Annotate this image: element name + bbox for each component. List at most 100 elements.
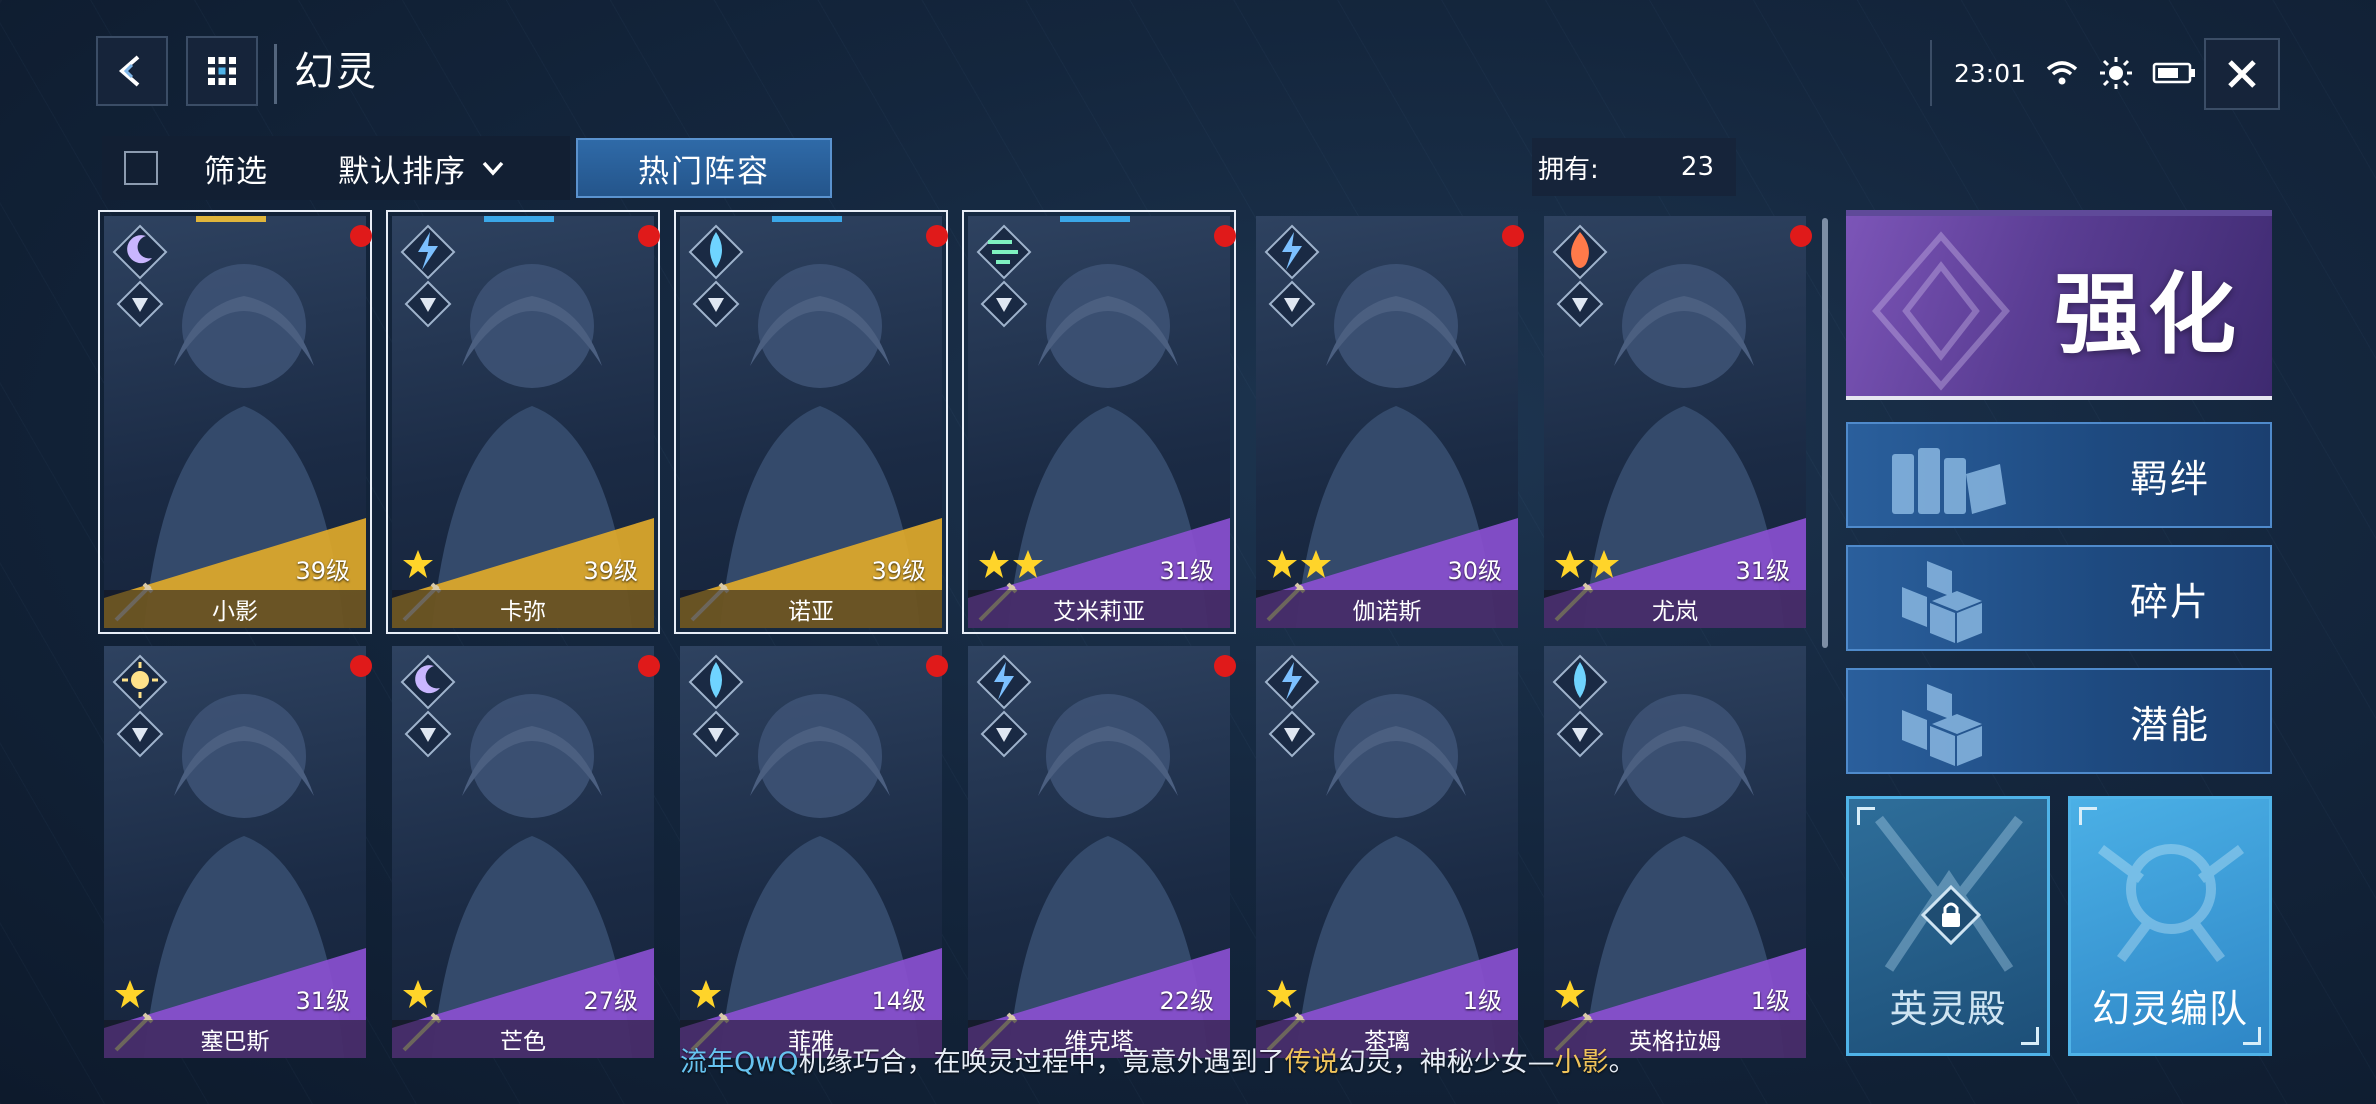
card-name: 伽诺斯: [1352, 599, 1422, 625]
card-level: 14级: [871, 987, 926, 1015]
lightning-element-icon: [976, 654, 1032, 758]
spirit-team-button[interactable]: 幻灵编队: [2068, 796, 2272, 1056]
marquee-end: 。: [1608, 1047, 1636, 1078]
spirit-card[interactable]: 22级 维克塔: [968, 646, 1230, 1058]
grid-icon: [208, 57, 236, 85]
back-arrow-icon: [118, 55, 140, 87]
card-name: 尤岚: [1652, 599, 1698, 625]
spirit-card[interactable]: 39级诺亚: [674, 210, 948, 634]
close-button[interactable]: [2204, 38, 2280, 110]
sort-label: 默认排序: [338, 153, 466, 190]
team-emblem-icon: [2098, 844, 2244, 962]
water-element-icon: [688, 224, 744, 328]
new-badge-dot: [1214, 225, 1236, 247]
filter-toggle[interactable]: 筛选: [102, 136, 320, 200]
card-name-bar: 伽诺斯: [1256, 590, 1518, 628]
hero-hall-label: 英灵殿: [1889, 987, 2007, 1031]
active-team-marker: [196, 216, 266, 222]
new-badge-dot: [638, 225, 660, 247]
spirit-card[interactable]: 39级小影: [98, 210, 372, 634]
fragment-button[interactable]: 碎片: [1846, 545, 2272, 651]
potential-button[interactable]: 潜能: [1846, 668, 2272, 774]
card-name: 芒色: [500, 1029, 546, 1055]
light-element-icon: [112, 654, 168, 758]
spirit-card[interactable]: 31级 塞巴斯: [104, 646, 366, 1058]
owned-count-box: 拥有: 23: [1532, 138, 1736, 196]
chevron-down-icon: [482, 161, 504, 176]
card-level: 39级: [871, 557, 926, 585]
spirit-card[interactable]: 1级 茶璃: [1256, 646, 1518, 1058]
marquee-player: 流年QwQ: [680, 1047, 799, 1078]
spirit-card[interactable]: 30级 伽诺斯: [1256, 216, 1518, 628]
water-element-icon: [1552, 654, 1608, 758]
new-badge-dot: [638, 655, 660, 677]
fire-element-icon: [1552, 224, 1608, 328]
spirit-card[interactable]: 14级 菲雅: [680, 646, 942, 1058]
back-button[interactable]: [96, 36, 168, 106]
card-name: 英格拉姆: [1629, 1029, 1721, 1055]
filter-checkbox[interactable]: [124, 151, 158, 185]
card-name: 塞巴斯: [200, 1029, 270, 1055]
popular-lineup-button[interactable]: 热门阵容: [576, 138, 832, 198]
announcement-marquee: 流年QwQ机缘巧合，在唤灵过程中，竟意外遇到了传说幻灵，神秘少女—小影。: [680, 1040, 1636, 1079]
bond-button[interactable]: 羁绊: [1846, 422, 2272, 528]
active-team-marker: [772, 216, 842, 222]
filter-label: 筛选: [204, 153, 268, 190]
card-level: 39级: [583, 557, 638, 585]
card-level: 39级: [295, 557, 350, 585]
card-level: 31级: [1159, 557, 1214, 585]
lightning-element-icon: [400, 224, 456, 328]
boxes-icon: [1902, 561, 1982, 643]
books-icon: [1892, 448, 2006, 514]
active-team-marker: [484, 216, 554, 222]
spirit-card[interactable]: 27级芒色: [392, 646, 654, 1058]
enhance-button[interactable]: 强化: [1846, 210, 2272, 400]
spirit-card[interactable]: 1级英格拉姆: [1544, 646, 1806, 1058]
card-name: 艾米莉亚: [1053, 599, 1145, 625]
card-level: 1级: [1750, 987, 1790, 1015]
card-name-bar: 小影: [104, 590, 366, 628]
card-name-bar: 尤岚: [1544, 590, 1806, 628]
card-name-bar: 艾米莉亚: [968, 590, 1230, 628]
card-name-bar: 诺亚: [680, 590, 942, 628]
card-name-bar: 塞巴斯: [104, 1020, 366, 1058]
spirit-card[interactable]: 39级卡弥: [386, 210, 660, 634]
marquee-rarity: 传说: [1284, 1047, 1339, 1078]
grid-menu-button[interactable]: [186, 36, 258, 106]
marquee-text-2: 幻灵，神秘少女—: [1338, 1047, 1555, 1078]
hero-hall-button[interactable]: 英灵殿: [1846, 796, 2050, 1056]
lightning-element-icon: [1264, 654, 1320, 758]
new-badge-dot: [1214, 655, 1236, 677]
wifi-icon: [2046, 61, 2078, 85]
new-badge-dot: [1790, 225, 1812, 247]
moon-element-icon: [112, 224, 168, 328]
grid-scrollbar[interactable]: [1822, 218, 1828, 648]
card-level: 27级: [583, 987, 638, 1015]
status-bar: 23:01: [1930, 40, 2205, 106]
card-name: 诺亚: [788, 599, 834, 625]
card-level: 30级: [1447, 557, 1502, 585]
card-level: 22级: [1159, 987, 1214, 1015]
card-level: 1级: [1462, 987, 1502, 1015]
boxes-icon: [1902, 684, 1982, 766]
title-divider: [274, 44, 277, 104]
clock-time: 23:01: [1954, 58, 2027, 88]
new-badge-dot: [350, 655, 372, 677]
new-badge-dot: [926, 655, 948, 677]
marquee-text-1: 机缘巧合，在唤灵过程中，竟意外遇到了: [798, 1047, 1285, 1078]
filter-bar: 筛选 默认排序 热门阵容: [102, 136, 832, 200]
new-badge-dot: [926, 225, 948, 247]
active-team-marker: [1060, 216, 1130, 222]
marquee-spirit: 小影: [1554, 1047, 1609, 1078]
lightning-element-icon: [1264, 224, 1320, 328]
sort-dropdown[interactable]: 默认排序: [320, 136, 570, 200]
owned-label: 拥有:: [1538, 154, 1599, 185]
spirit-team-label: 幻灵编队: [2091, 987, 2248, 1031]
wind-element-icon: [976, 224, 1032, 328]
spirit-card[interactable]: 31级 艾米莉亚: [962, 210, 1236, 634]
card-name-bar: 卡弥: [392, 590, 654, 628]
spirit-card[interactable]: 31级 尤岚: [1544, 216, 1806, 628]
new-badge-dot: [350, 225, 372, 247]
card-name-bar: 芒色: [392, 1020, 654, 1058]
card-name: 卡弥: [500, 599, 546, 625]
